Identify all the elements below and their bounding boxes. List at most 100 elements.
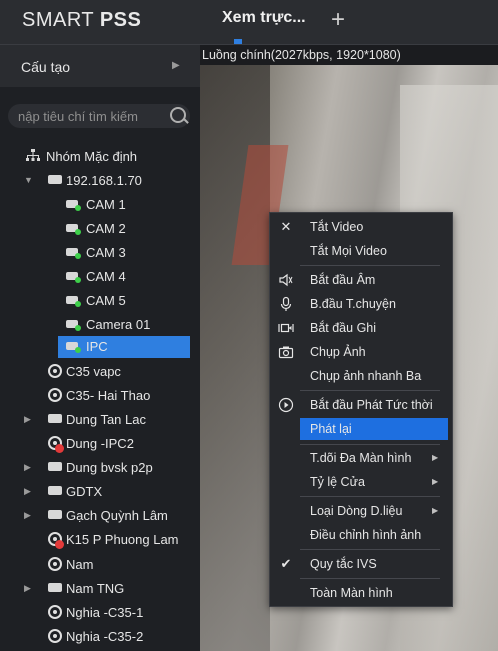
tree-item-dung-tan-lac[interactable]: ▶ Dung Tan Lac bbox=[22, 409, 192, 431]
menu-item-close-all-video[interactable]: Tắt Mọi Video bbox=[270, 240, 452, 262]
menu-item-multi-screen[interactable]: T.dõi Đa Màn hình ▶ bbox=[270, 447, 452, 469]
menu-separator bbox=[300, 265, 440, 266]
tree-root-label: Nhóm Mặc định bbox=[46, 149, 138, 164]
menu-item-label: B.đầu T.chuyện bbox=[310, 297, 396, 311]
tree-item-label: C35- Hai Thao bbox=[66, 388, 151, 403]
menu-item-start-record[interactable]: Bắt đầu Ghi bbox=[270, 317, 452, 339]
tree-item-label: Nam bbox=[66, 557, 94, 572]
dome-camera-icon bbox=[48, 605, 62, 619]
tree-item-nam[interactable]: Nam bbox=[48, 554, 192, 576]
menu-item-stream-type[interactable]: Loại Dòng D.liệu ▶ bbox=[270, 500, 452, 522]
camera-online-icon bbox=[66, 342, 81, 353]
menu-item-label: T.dõi Đa Màn hình bbox=[310, 451, 412, 465]
chevron-down-icon[interactable]: ▼ bbox=[24, 175, 33, 185]
chevron-right-icon: ▶ bbox=[172, 60, 180, 71]
tree-item-c35-hai-thao[interactable]: C35- Hai Thao bbox=[48, 385, 192, 407]
tree-item-label: Nghia -C35-1 bbox=[66, 605, 144, 620]
tree-item-k15-p-phuong-lam[interactable]: K15 P Phuong Lam bbox=[48, 529, 192, 551]
tree-item-label: CAM 1 bbox=[86, 197, 126, 212]
stream-info-bar: Luồng chính(2027kbps, 1920*1080) bbox=[200, 45, 498, 65]
speaker-icon bbox=[279, 273, 293, 287]
tree-item-label: Gạch Quỳnh Lâm bbox=[66, 508, 168, 523]
tree-item-cam-3[interactable]: CAM 3 bbox=[66, 242, 190, 264]
tree-item-label: IPC bbox=[86, 339, 108, 354]
dome-camera-icon bbox=[48, 557, 62, 571]
chevron-right-icon[interactable]: ▶ bbox=[24, 462, 31, 473]
menu-item-label: Toàn Màn hình bbox=[310, 586, 393, 600]
chevron-right-icon[interactable]: ▶ bbox=[24, 583, 31, 594]
logo-bold-text: PSS bbox=[99, 9, 142, 31]
search-icon[interactable] bbox=[170, 107, 186, 123]
device-search-box[interactable]: nập tiêu chí tìm kiếm bbox=[8, 104, 190, 128]
menu-separator bbox=[300, 444, 440, 445]
tree-item-dung-ipc2[interactable]: Dung -IPC2 bbox=[48, 433, 192, 455]
app-logo: SMART PSS bbox=[22, 9, 141, 32]
menu-separator bbox=[300, 390, 440, 391]
menu-item-quick-snapshot[interactable]: Chụp ảnh nhanh Ba bbox=[270, 365, 452, 387]
menu-item-start-audio[interactable]: Bắt đầu Âm bbox=[270, 269, 452, 291]
tree-item-dung-bvsk-p2p[interactable]: ▶ Dung bvsk p2p bbox=[22, 457, 192, 479]
submenu-arrow-icon: ▶ bbox=[432, 477, 439, 486]
chevron-right-icon[interactable]: ▶ bbox=[24, 486, 31, 497]
camera-online-icon bbox=[66, 248, 81, 259]
menu-item-label: Quy tắc IVS bbox=[310, 557, 377, 571]
tree-item-nam-tng[interactable]: ▶ Nam TNG bbox=[22, 578, 192, 600]
menu-item-ivs-rules[interactable]: ✔ Quy tắc IVS bbox=[270, 553, 452, 575]
menu-item-start-talk[interactable]: B.đầu T.chuyện bbox=[270, 293, 452, 315]
tree-item-label: K15 P Phuong Lam bbox=[66, 532, 179, 547]
tree-item-cam-4[interactable]: CAM 4 bbox=[66, 266, 190, 288]
camera-icon bbox=[278, 346, 294, 359]
search-input[interactable]: nập tiêu chí tìm kiếm bbox=[18, 109, 163, 124]
play-circle-icon bbox=[278, 397, 294, 413]
record-icon bbox=[278, 323, 294, 333]
tree-item-gach-quynh-lam[interactable]: ▶ Gạch Quỳnh Lâm bbox=[22, 505, 192, 527]
camera-online-icon bbox=[66, 200, 81, 211]
submenu-arrow-icon: ▶ bbox=[432, 453, 439, 462]
video-context-menu: ✕ Tắt Video Tắt Mọi Video Bắt đầu Âm B.đ… bbox=[269, 212, 453, 607]
menu-item-full-screen[interactable]: Toàn Màn hình bbox=[270, 582, 452, 604]
tree-item-cam-5[interactable]: CAM 5 bbox=[66, 290, 190, 312]
org-tree-icon bbox=[26, 149, 40, 161]
nvr-icon bbox=[48, 583, 62, 592]
tree-item-label: CAM 4 bbox=[86, 269, 126, 284]
menu-item-label: Loại Dòng D.liệu bbox=[310, 504, 403, 518]
tree-root-group[interactable]: Nhóm Mặc định bbox=[26, 146, 196, 168]
menu-item-aspect-ratio[interactable]: Tỷ lệ Cửa ▶ bbox=[270, 471, 452, 493]
menu-item-playback[interactable]: Phát lại bbox=[300, 418, 448, 440]
camera-online-icon bbox=[66, 272, 81, 283]
stream-info-text: Luồng chính(2027kbps, 1920*1080) bbox=[202, 48, 401, 62]
check-icon: ✔ bbox=[280, 556, 292, 571]
tree-item-camera-01[interactable]: Camera 01 bbox=[66, 314, 190, 336]
menu-item-snapshot[interactable]: Chụp Ảnh bbox=[270, 341, 452, 363]
add-tab-icon[interactable]: + bbox=[331, 6, 345, 34]
dome-camera-icon bbox=[48, 629, 62, 643]
menu-item-label: Chụp ảnh nhanh Ba bbox=[310, 369, 422, 383]
tree-item-label: Camera 01 bbox=[86, 317, 151, 332]
tree-item-label: Nam TNG bbox=[66, 581, 125, 596]
tree-item-cam-2[interactable]: CAM 2 bbox=[66, 218, 190, 240]
tree-item-cam-1[interactable]: CAM 1 bbox=[66, 194, 190, 216]
nvr-icon bbox=[48, 510, 62, 519]
tree-item-gdtx[interactable]: ▶ GDTX bbox=[22, 481, 192, 503]
close-icon: ✕ bbox=[280, 219, 292, 234]
menu-item-label: Điều chỉnh hình ảnh bbox=[310, 528, 422, 542]
tree-item-nghia-c35-1[interactable]: Nghia -C35-1 bbox=[48, 602, 192, 624]
tree-item-label: C35 vapc bbox=[66, 364, 121, 379]
tab-active-indicator bbox=[234, 39, 242, 44]
tree-item-ipc[interactable]: IPC bbox=[58, 336, 190, 358]
menu-item-label: Bắt đầu Phát Tức thời bbox=[310, 398, 433, 412]
menu-item-close-video[interactable]: ✕ Tắt Video bbox=[270, 216, 452, 238]
microphone-icon bbox=[280, 296, 292, 311]
chevron-right-icon[interactable]: ▶ bbox=[24, 510, 31, 521]
tree-item-nghia-c35-2[interactable]: Nghia -C35-2 bbox=[48, 626, 192, 648]
dome-camera-offline-icon bbox=[48, 436, 64, 453]
tree-item-label: Dung Tan Lac bbox=[66, 412, 146, 427]
menu-item-image-adjust[interactable]: Điều chỉnh hình ảnh bbox=[270, 524, 452, 546]
menu-item-instant-playback[interactable]: Bắt đầu Phát Tức thời bbox=[270, 394, 452, 416]
tree-item-c35-vapc[interactable]: C35 vapc bbox=[48, 361, 192, 383]
config-section-header[interactable]: Cấu tạo ▶ bbox=[0, 45, 200, 87]
tree-item-192-168-1-70[interactable]: ▼ 192.168.1.70 bbox=[22, 170, 192, 192]
chevron-right-icon[interactable]: ▶ bbox=[24, 414, 31, 425]
tab-live-view[interactable]: Xem trực... bbox=[222, 9, 306, 27]
menu-separator bbox=[300, 549, 440, 550]
